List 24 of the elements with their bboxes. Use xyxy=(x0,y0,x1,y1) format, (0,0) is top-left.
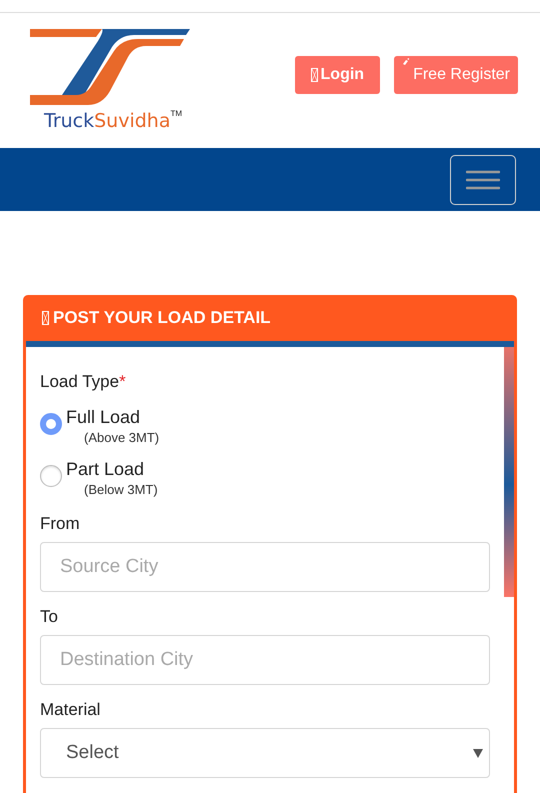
option-note: (Above 3MT) xyxy=(84,429,160,447)
field-label: From xyxy=(40,513,81,535)
radio-button[interactable] xyxy=(40,465,62,487)
box-icon xyxy=(310,68,318,82)
menu-icon xyxy=(466,170,500,190)
material-select[interactable]: Select xyxy=(40,728,490,778)
field-label: Material xyxy=(40,699,102,721)
city-field[interactable]: Destination City xyxy=(40,635,490,685)
option-label: Full Load xyxy=(66,406,142,429)
pencil-icon xyxy=(402,58,410,64)
field-label: To xyxy=(40,606,59,628)
brand-name: TruckSuvidha xyxy=(44,108,170,132)
menu-button[interactable] xyxy=(450,154,516,204)
option-label: Part Load xyxy=(66,458,146,481)
box-icon xyxy=(42,311,49,325)
city-field[interactable]: Source City xyxy=(40,542,490,592)
field-label: Load Type* xyxy=(40,371,127,393)
trademark-mark: TM xyxy=(170,108,182,118)
radio-button[interactable] xyxy=(40,413,62,435)
login-button[interactable]: Login xyxy=(294,56,380,94)
card-title: POST YOUR LOAD DETAIL xyxy=(53,307,271,330)
dropdown-arrow-icon xyxy=(473,748,483,758)
register-button[interactable]: Free Register xyxy=(394,56,518,94)
option-note: (Below 3MT) xyxy=(84,481,158,499)
